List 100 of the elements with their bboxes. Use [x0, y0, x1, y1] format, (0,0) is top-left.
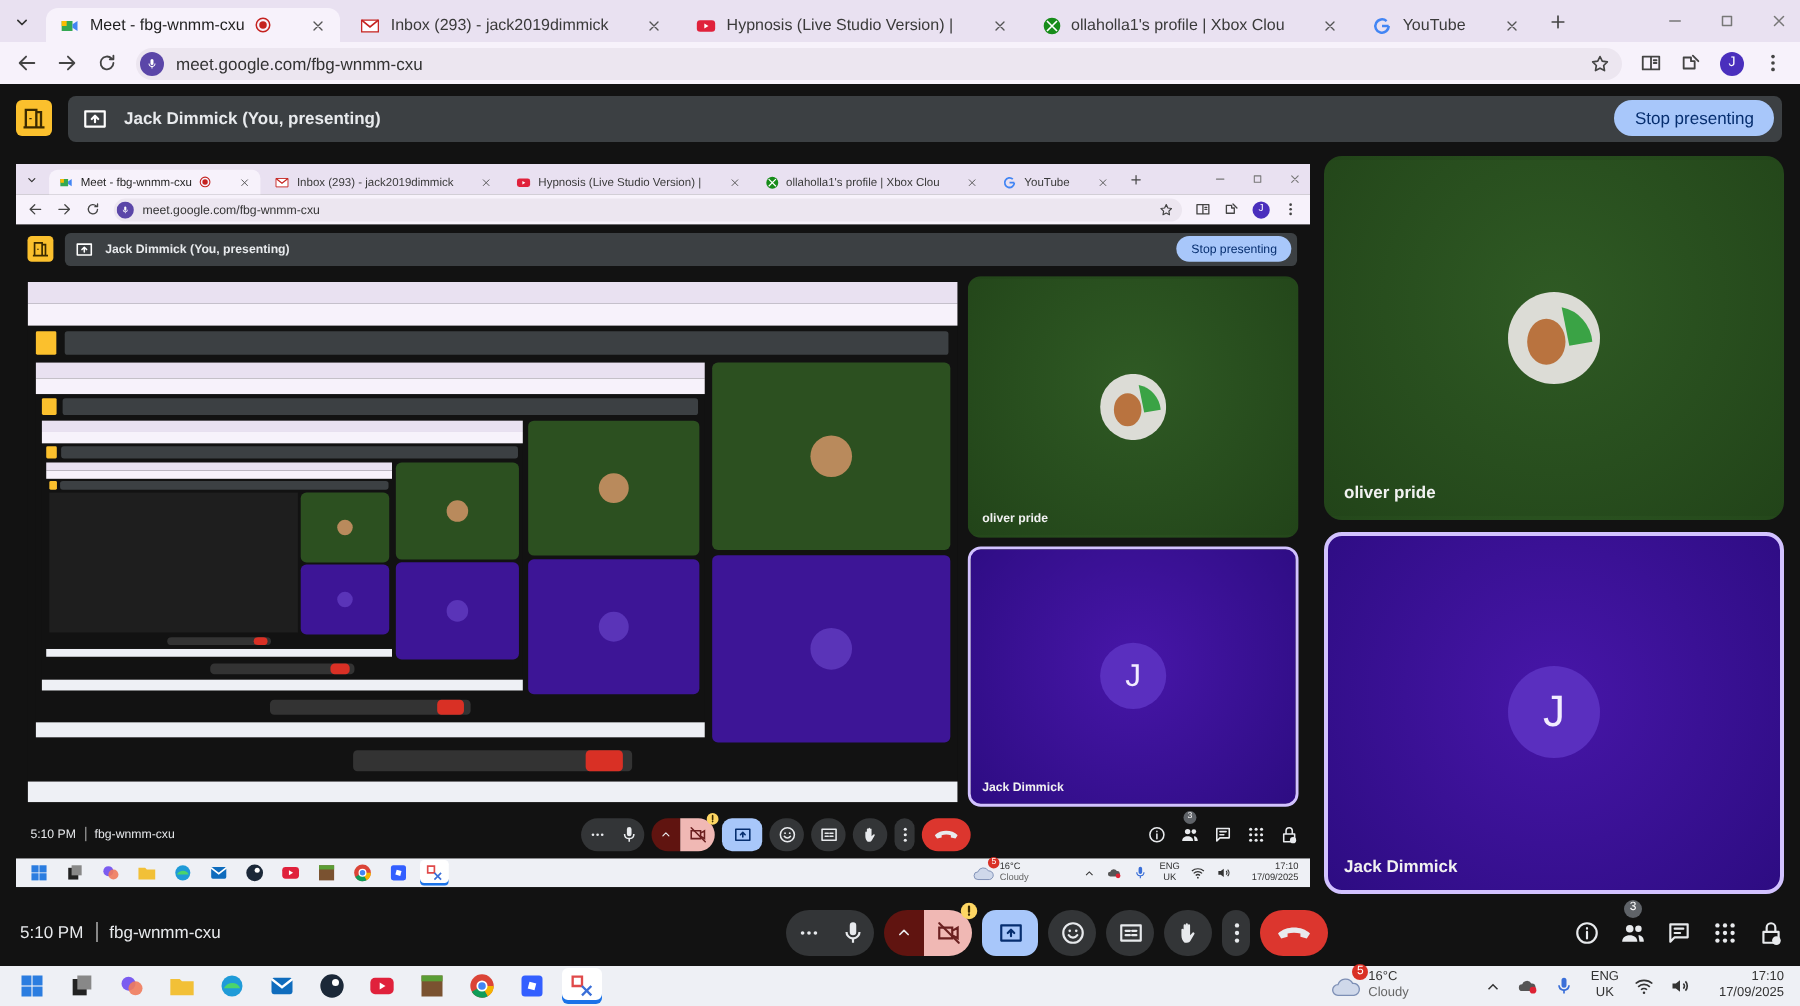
- dirt-block-icon: [316, 861, 337, 882]
- microphone-icon[interactable]: [1554, 976, 1575, 996]
- swirl-icon: [118, 972, 146, 1000]
- present-button[interactable]: [982, 909, 1038, 955]
- present-screen-icon: [74, 238, 94, 258]
- meeting-code: fbg-wnmm-cxu: [109, 922, 221, 942]
- play-icon: [368, 972, 396, 1000]
- envelope-icon: [268, 972, 296, 1000]
- participant-name: oliver pride: [1344, 481, 1436, 501]
- cloud-sync-icon[interactable]: [1107, 864, 1123, 879]
- chat-icon: [1666, 919, 1692, 945]
- camera-button[interactable]: [680, 816, 715, 850]
- bookmark-star-icon[interactable]: [1590, 53, 1610, 73]
- avatar-initial: J: [1508, 666, 1600, 759]
- avatar-photo: [1508, 291, 1600, 384]
- activities-icon: [1712, 919, 1738, 945]
- browser-tab[interactable]: Hypnosis (Live Studio Version) |: [682, 8, 1022, 42]
- camera-off-icon: [688, 823, 707, 843]
- participant-name: Jack Dimmick: [1344, 856, 1458, 876]
- ring-icon: [1002, 173, 1018, 189]
- camera-options-button[interactable]: [651, 816, 681, 850]
- four-squares-icon: [28, 861, 50, 882]
- browser-tab[interactable]: ollaholla1's profile | Xbox Clou: [1027, 8, 1353, 42]
- microphone-icon: [619, 823, 638, 843]
- dark-circle-icon: [244, 861, 265, 882]
- close-icon[interactable]: [646, 17, 663, 33]
- volume-icon[interactable]: [1670, 976, 1691, 996]
- dark-circle-icon: [318, 972, 346, 1000]
- more-options-button[interactable]: [894, 816, 915, 850]
- captions-button[interactable]: [1106, 909, 1154, 955]
- raise-hand-button[interactable]: [852, 816, 888, 850]
- side-panel-icon[interactable]: [1640, 52, 1662, 74]
- captions-button[interactable]: [811, 816, 846, 850]
- emoji-button[interactable]: [769, 816, 804, 850]
- envelope-icon: [208, 861, 229, 882]
- reload-icon[interactable]: [96, 52, 118, 74]
- end-call-button[interactable]: [1260, 909, 1328, 955]
- chat-icon: [1213, 823, 1233, 843]
- colour-wheel-icon: [468, 972, 496, 1000]
- activities-button[interactable]: [1246, 823, 1266, 843]
- microphone-icon: [140, 51, 164, 75]
- reload-icon[interactable]: [85, 200, 101, 217]
- info-button[interactable]: [1574, 919, 1600, 945]
- four-squares-icon: [18, 972, 46, 1000]
- present-screen-icon: [82, 105, 108, 131]
- chat-button[interactable]: [1666, 919, 1692, 945]
- reactions-icon: [1059, 919, 1085, 945]
- side-panel-icon[interactable]: [1195, 200, 1211, 217]
- x-circle-icon: [1041, 15, 1062, 35]
- browser-tab[interactable]: Inbox (293) - jack2019dimmick: [346, 8, 677, 42]
- extensions-icon[interactable]: [1223, 200, 1240, 217]
- browser-tab[interactable]: YouTube: [1358, 8, 1534, 42]
- new-tab-icon[interactable]: [1547, 11, 1568, 31]
- close-icon[interactable]: [991, 17, 1008, 33]
- present-button[interactable]: [721, 816, 763, 850]
- maximize-icon[interactable]: [1718, 12, 1736, 30]
- swirl-icon: [100, 861, 121, 882]
- present-screen-icon: [997, 919, 1023, 945]
- play-icon: [696, 15, 717, 35]
- colour-wheel-icon: [352, 861, 373, 882]
- cloud-sync-icon[interactable]: [1518, 976, 1539, 996]
- wave-icon: [172, 861, 193, 882]
- end-call-button[interactable]: [921, 816, 971, 850]
- stop-presenting-button[interactable]: Stop presenting: [1614, 100, 1774, 136]
- x-circle-icon: [764, 173, 779, 189]
- ring-icon: [1372, 15, 1393, 35]
- address-field[interactable]: meet.google.com/fbg-wnmm-cxu: [136, 47, 1622, 79]
- host-controls-button[interactable]: [1758, 919, 1784, 945]
- back-icon[interactable]: [27, 200, 44, 217]
- close-icon[interactable]: [310, 17, 327, 33]
- tab-title: ollaholla1's profile | Xbox Clou: [1071, 16, 1285, 34]
- forward-icon[interactable]: [56, 200, 73, 217]
- more-options-button[interactable]: [1222, 909, 1250, 955]
- info-button[interactable]: [1147, 823, 1167, 843]
- wave-icon: [218, 972, 246, 1000]
- browser-tab[interactable]: Meet - fbg-wnmm-cxu: [46, 8, 341, 42]
- close-icon[interactable]: [1770, 12, 1788, 30]
- close-icon[interactable]: [1503, 17, 1520, 33]
- avatar-photo: [1100, 372, 1167, 439]
- avatar-initial: J: [1100, 642, 1167, 709]
- activities-button[interactable]: [1712, 919, 1738, 945]
- back-icon[interactable]: [16, 52, 38, 74]
- forward-icon[interactable]: [56, 52, 78, 74]
- close-icon[interactable]: [1322, 17, 1339, 33]
- emoji-button[interactable]: [1048, 909, 1096, 955]
- video-camera-icon: [60, 15, 80, 35]
- wifi-icon[interactable]: [1634, 976, 1655, 996]
- microphone-icon[interactable]: [1133, 864, 1149, 879]
- tab-title: YouTube: [1402, 16, 1466, 34]
- activities-icon: [1246, 823, 1266, 843]
- raise-hand-button[interactable]: [1164, 909, 1212, 955]
- host-controls-button[interactable]: [1279, 823, 1299, 843]
- presenter-label: Jack Dimmick (You, presenting): [124, 108, 383, 128]
- extensions-icon[interactable]: [1680, 52, 1702, 74]
- present-screen-icon: [732, 823, 752, 843]
- lock-icon: [1279, 823, 1299, 843]
- chat-button[interactable]: [1213, 823, 1233, 843]
- people-icon: [1180, 823, 1200, 843]
- scissors-icon: [568, 972, 596, 1000]
- phone-icon: [934, 827, 958, 839]
